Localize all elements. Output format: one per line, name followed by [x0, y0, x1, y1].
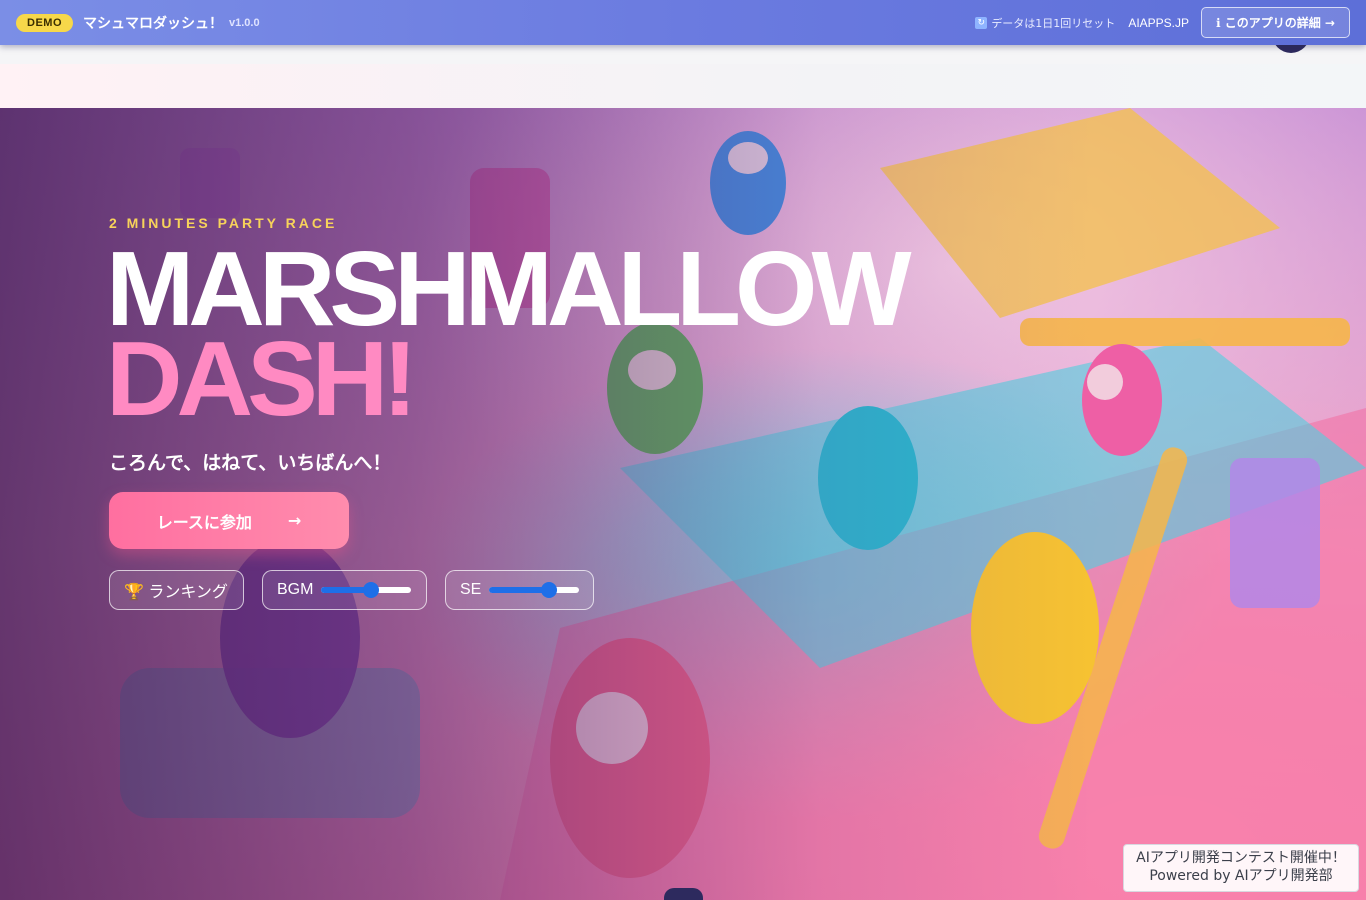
demo-badge: DEMO: [16, 13, 73, 32]
contest-line2: Powered by AIアプリ開発部: [1149, 868, 1333, 884]
se-control: SE: [445, 570, 594, 610]
hero-eyebrow: 2 MINUTES PARTY RACE: [109, 215, 338, 231]
scroll-tab[interactable]: [664, 888, 703, 900]
topbar-right: ↻ データは1日1回リセット AIAPPS.JP ℹ このアプリの詳細 →: [975, 7, 1350, 38]
refresh-icon: ↻: [975, 16, 988, 29]
join-race-button[interactable]: レースに参加 →: [109, 492, 349, 549]
ranking-button[interactable]: 🏆 ランキング: [109, 570, 244, 610]
app-details-button[interactable]: ℹ このアプリの詳細 →: [1201, 7, 1350, 38]
reset-note-text: データは1日1回リセット: [991, 16, 1116, 30]
se-volume-slider[interactable]: [489, 582, 579, 598]
reset-note: ↻ データは1日1回リセット: [975, 15, 1115, 31]
bgm-volume-slider[interactable]: [321, 582, 412, 598]
join-race-label: レースに参加: [156, 512, 252, 532]
hero-tagline: ころんで、はねて、いちばんへ！: [109, 452, 392, 474]
se-slider-knob[interactable]: [541, 582, 558, 598]
se-slider-fill: [489, 587, 550, 593]
contest-banner[interactable]: AIアプリ開発コンテスト開催中！ Powered by AIアプリ開発部: [1123, 844, 1359, 892]
se-label: SE: [460, 581, 482, 598]
hero-controls: 🏆 ランキング BGM SE: [109, 570, 594, 610]
arrow-right-icon: →: [287, 511, 302, 530]
app-title: マシュマロダッシュ！: [83, 15, 223, 32]
app-version: v1.0.0: [229, 16, 260, 29]
contest-line1: AIアプリ開発コンテスト開催中！: [1136, 850, 1346, 866]
hero-title-line2: DASH!: [106, 320, 418, 438]
header-strip: [0, 64, 1366, 108]
bgm-slider-knob[interactable]: [362, 582, 379, 598]
top-demo-bar: DEMO マシュマロダッシュ！ v1.0.0 ↻ データは1日1回リセット AI…: [0, 0, 1366, 45]
site-link[interactable]: AIAPPS.JP: [1128, 16, 1189, 30]
hero-section: 2 MINUTES PARTY RACE MARSHMALLOW DASH! こ…: [0, 108, 1366, 900]
ranking-label: 🏆 ランキング: [124, 584, 228, 601]
bgm-control: BGM: [262, 570, 427, 610]
bgm-label: BGM: [277, 581, 314, 598]
